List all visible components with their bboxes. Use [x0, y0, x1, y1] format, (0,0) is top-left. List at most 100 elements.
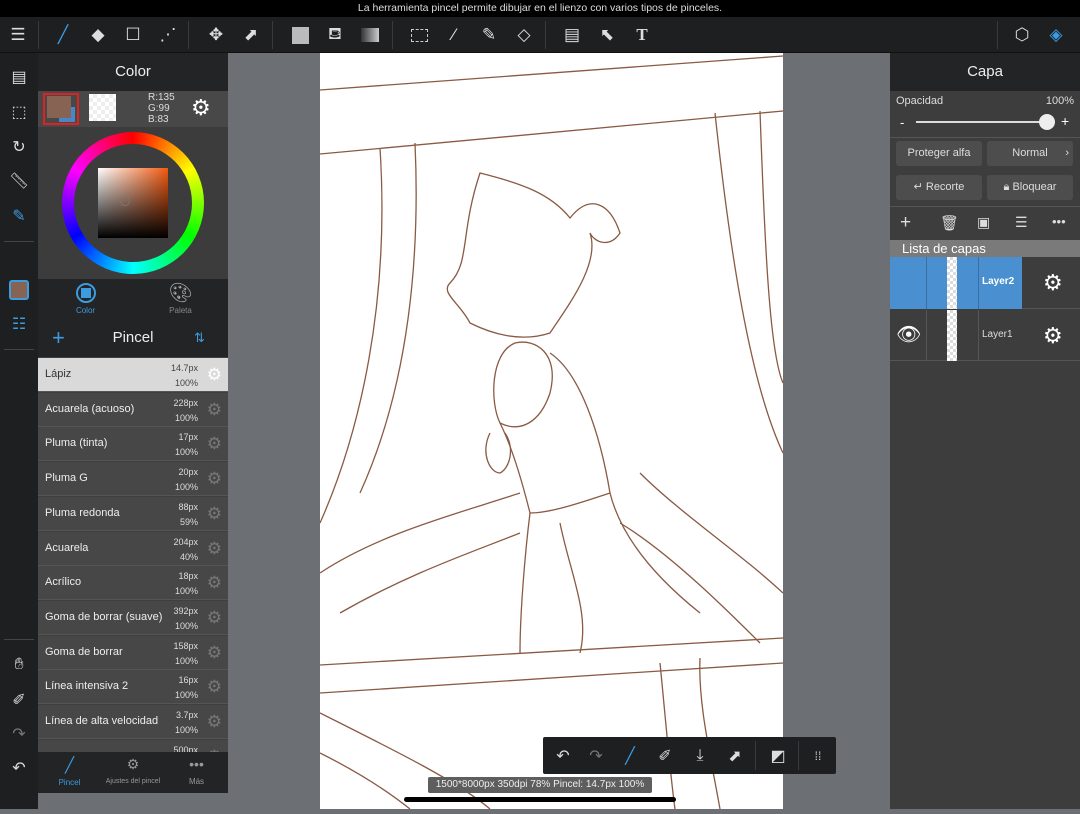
brush-name: Lápiz — [45, 368, 72, 380]
brush-item[interactable]: Lápiz 14.7px 100% ⚙ — [38, 358, 228, 392]
ruler-pen-icon[interactable]: ✎ — [4, 201, 34, 231]
materials-icon[interactable]: ⬡ — [1007, 17, 1037, 53]
rectangle-icon[interactable]: ☐ — [118, 17, 148, 53]
eraser-icon[interactable]: ◆ — [83, 17, 113, 53]
foreground-color-swatch[interactable] — [43, 93, 79, 125]
brush-size: 158px — [173, 640, 198, 651]
sort-icon[interactable]: ⇅ — [194, 319, 205, 357]
layer-thumbnail — [947, 310, 957, 361]
opacity-increase-button[interactable]: + — [1061, 113, 1069, 129]
redo-icon[interactable]: ↷ — [4, 719, 34, 749]
opacity-slider-thumb[interactable] — [1039, 114, 1055, 130]
color-panel-toggle-icon[interactable] — [4, 275, 34, 305]
bucket-icon[interactable]: ⛾ — [320, 17, 350, 53]
brush-opacity: 100% — [174, 447, 198, 458]
undo-icon[interactable]: ↶ — [4, 753, 34, 783]
select-layer-icon[interactable]: ⬉ — [592, 17, 622, 53]
opacity-decrease-button[interactable]: - — [900, 115, 904, 130]
tab-pincel[interactable]: ╱ Pincel — [38, 752, 101, 787]
transform-icon[interactable]: ⬈ — [236, 17, 266, 53]
brush-settings-gear-icon[interactable]: ⚙ — [207, 712, 222, 732]
image-layer-icon[interactable]: ▣ — [977, 214, 990, 231]
brush-item[interactable]: Pluma redonda 88px 59% ⚙ — [38, 496, 228, 531]
brush-item[interactable]: Línea intensiva 2 16px 100% ⚙ — [38, 670, 228, 705]
brush-settings-gear-icon[interactable]: ⚙ — [207, 677, 222, 697]
pages-icon[interactable]: ▤ — [4, 62, 34, 92]
add-brush-icon[interactable]: + — [52, 319, 65, 357]
brush-settings-gear-icon[interactable]: ⚙ — [207, 608, 222, 628]
save-icon[interactable]: ⤓ — [685, 741, 715, 771]
select-pen-icon[interactable]: ✎ — [474, 17, 504, 53]
brush-item[interactable]: Pluma G 20px 100% ⚙ — [38, 462, 228, 497]
rotate-icon[interactable]: ↻ — [4, 132, 34, 162]
undo-icon[interactable]: ↶ — [548, 741, 578, 771]
hand-icon[interactable]: ✋︎ — [4, 650, 34, 680]
add-layer-icon[interactable]: + — [900, 212, 911, 234]
clipping-button[interactable]: ↵ Recorte — [896, 175, 982, 200]
layer-row-layer2[interactable]: Layer2 ⚙ — [890, 257, 1080, 309]
layer-more-icon[interactable]: ••• — [1052, 214, 1066, 229]
delete-layer-icon[interactable]: 🗑︎ — [940, 214, 959, 232]
frame-icon[interactable]: ▤ — [557, 17, 587, 53]
brush-settings-gear-icon[interactable]: ⚙ — [207, 643, 222, 663]
correction-icon[interactable]: ⋰ — [153, 17, 183, 53]
brush-item[interactable]: Acuarela 204px 40% ⚙ — [38, 531, 228, 566]
brush-item[interactable]: Goma de borrar (suave) 392px 100% ⚙ — [38, 600, 228, 635]
brush-settings-gear-icon[interactable]: ⚙ — [207, 434, 222, 454]
brush-settings-gear-icon[interactable]: ⚙ — [207, 469, 222, 489]
fill-color-icon[interactable] — [285, 17, 315, 53]
brush-list-toggle-icon[interactable]: ☷ — [4, 309, 34, 339]
grip-icon[interactable]: ⁞⁞ — [803, 741, 833, 771]
tab-more[interactable]: ••• Más — [165, 752, 228, 786]
tab-color[interactable]: Color — [38, 279, 133, 315]
tab-brush-settings[interactable]: ⚙ Ajustes del pincel — [101, 752, 165, 785]
opacity-slider[interactable] — [916, 121, 1048, 123]
layer-settings-gear-icon[interactable]: ⚙ — [1043, 270, 1063, 296]
brush-settings-gear-icon[interactable]: ⚙ — [207, 504, 222, 524]
magic-wand-icon[interactable]: ⁄ — [439, 17, 469, 53]
palette-icon: 🎨︎ — [168, 283, 193, 304]
brush-eraser-toggle-icon[interactable]: ╱ — [615, 741, 645, 771]
brush-opacity: 100% — [174, 482, 198, 493]
redo-icon[interactable]: ↷ — [581, 741, 611, 771]
eye-icon[interactable]: 👁︎ — [896, 322, 921, 347]
transform-icon[interactable]: ⬈ — [720, 741, 750, 771]
eyedropper-icon[interactable]: ✐ — [4, 685, 34, 715]
layer-settings-gear-icon[interactable]: ⚙ — [1043, 323, 1063, 349]
share-icon[interactable]: ◩ — [763, 741, 793, 771]
gradient-icon[interactable] — [355, 17, 385, 53]
move-icon[interactable]: ✥ — [201, 17, 231, 53]
drawing-canvas[interactable] — [319, 53, 784, 810]
brush-item[interactable]: Pluma (tinta) 17px 100% ⚙ — [38, 427, 228, 462]
ruler-icon[interactable]: 📏︎ — [4, 166, 34, 196]
brush-opacity: 100% — [174, 412, 198, 423]
selection-list-icon[interactable]: ⬚ — [4, 97, 34, 127]
brush-item[interactable]: Línea de alta velocidad 3.7px 100% ⚙ — [38, 705, 228, 739]
text-icon[interactable]: T — [627, 17, 657, 53]
layers-icon[interactable]: ◈ — [1041, 17, 1071, 53]
eyedropper-icon[interactable]: ✐ — [650, 741, 680, 771]
color-settings-gear-icon[interactable]: ⚙ — [191, 95, 211, 121]
saturation-value-square[interactable] — [98, 168, 168, 238]
menu-icon[interactable]: ☰ — [3, 17, 33, 53]
protect-alpha-button[interactable]: Proteger alfa — [896, 141, 982, 166]
brush-settings-gear-icon[interactable]: ⚙ — [207, 400, 222, 420]
brush-icon[interactable]: ╱ — [48, 17, 78, 53]
layer-list-icon[interactable]: ☰ — [1015, 214, 1028, 231]
brush-settings-gear-icon[interactable]: ⚙ — [207, 573, 222, 593]
select-eraser-icon[interactable]: ◇ — [509, 17, 539, 53]
lock-button[interactable]: 🔒︎ Bloquear — [987, 175, 1073, 200]
select-rect-icon[interactable] — [404, 17, 434, 53]
brush-settings-gear-icon[interactable]: ⚙ — [207, 365, 222, 385]
brush-item[interactable]: Acuarela (acuoso) 228px 100% ⚙ — [38, 392, 228, 427]
chevron-right-icon: › — [1065, 147, 1069, 159]
blend-mode-button[interactable]: Normal › — [987, 141, 1073, 166]
brush-item[interactable]: Acrílico 18px 100% ⚙ — [38, 566, 228, 601]
layer-thumbnail — [947, 257, 957, 309]
brush-name: Pluma (tinta) — [45, 437, 108, 450]
layer-row-layer1[interactable]: 👁︎ Layer1 ⚙ — [890, 310, 1080, 361]
brush-settings-gear-icon[interactable]: ⚙ — [207, 539, 222, 559]
tab-palette[interactable]: 🎨︎ Paleta — [133, 279, 228, 315]
brush-item[interactable]: Goma de borrar 158px 100% ⚙ — [38, 635, 228, 670]
background-color-swatch[interactable] — [89, 94, 116, 121]
